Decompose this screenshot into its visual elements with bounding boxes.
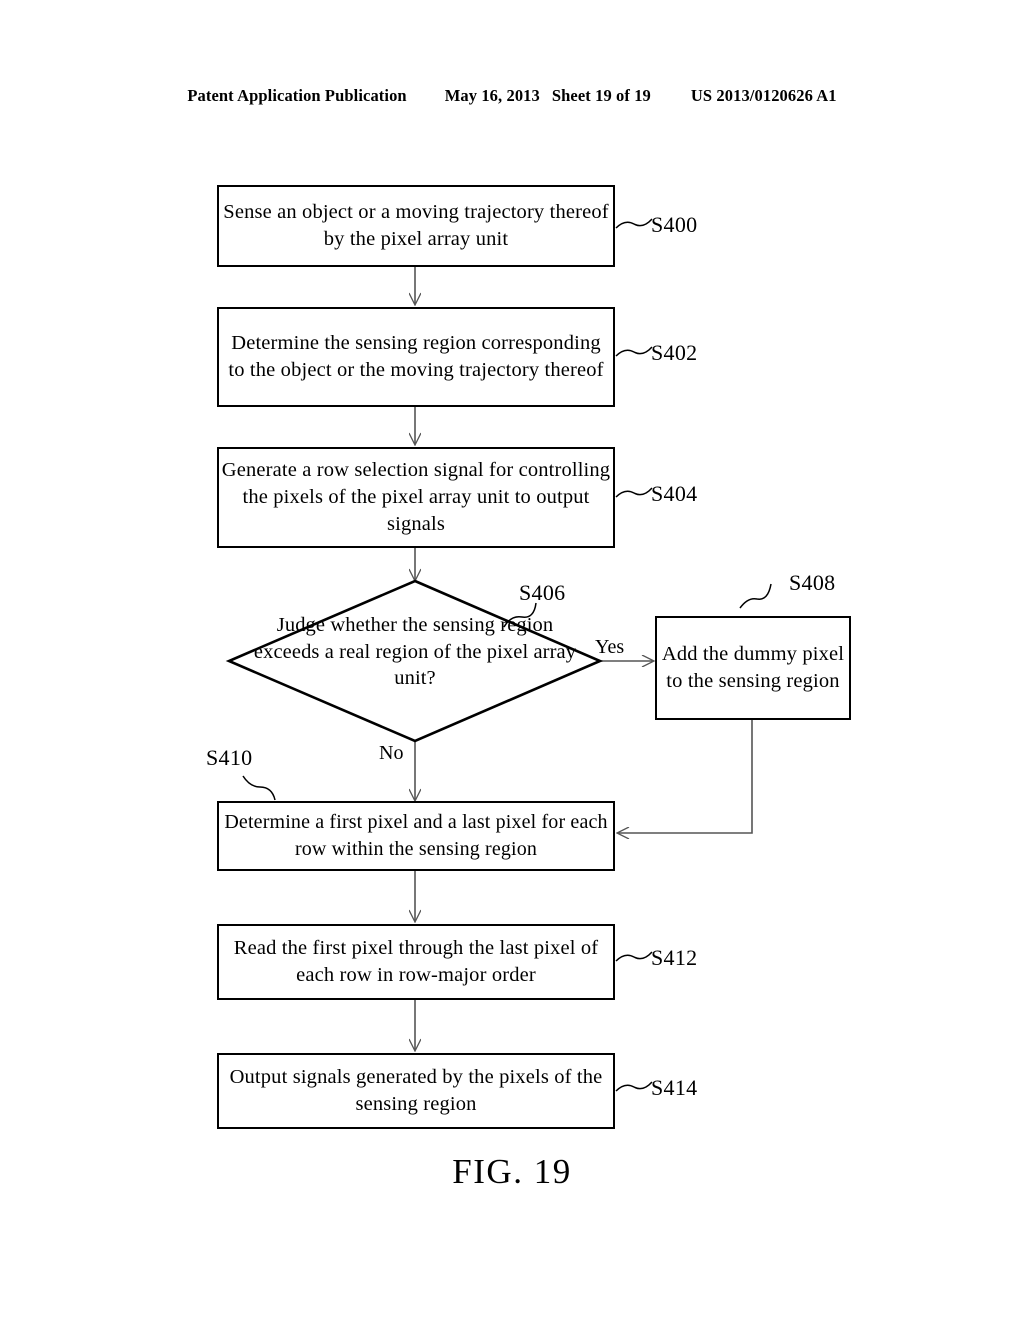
flow-node-s406-text: Judge whether the sensing region exceeds…: [253, 614, 577, 690]
flow-ref-s400: S400: [651, 212, 698, 237]
flow-ref-s402: S402: [651, 340, 698, 365]
flow-node-s412[interactable]: Read the first pixel through the last pi…: [217, 924, 615, 1000]
flow-node-s400[interactable]: Sense an object or a moving trajectory t…: [217, 185, 615, 267]
flow-ref-s406: S406: [519, 580, 566, 605]
flowchart-diagram: Sense an object or a moving trajectory t…: [0, 0, 1024, 1320]
flow-node-s408[interactable]: Add the dummy pixel to the sensing regio…: [655, 616, 851, 720]
flow-node-s404[interactable]: Generate a row selection signal for cont…: [217, 447, 615, 548]
flow-node-s402[interactable]: Determine the sensing region correspondi…: [217, 307, 615, 407]
figure-caption: FIG. 19: [452, 1152, 572, 1191]
flow-node-s404-text: Generate a row selection signal for cont…: [221, 458, 611, 536]
flow-node-s412-text: Read the first pixel through the last pi…: [233, 936, 599, 986]
flow-node-s414-text: Output signals generated by the pixels o…: [229, 1065, 603, 1115]
branch-label-yes: Yes: [595, 636, 625, 658]
flow-ref-s404: S404: [651, 481, 698, 506]
flow-ref-s408: S408: [789, 570, 836, 595]
flow-node-s408-text: Add the dummy pixel to the sensing regio…: [661, 642, 845, 692]
flow-ref-s412: S412: [651, 945, 698, 970]
flow-ref-s410: S410: [206, 745, 253, 770]
branch-label-no: No: [379, 742, 404, 764]
flow-node-s410[interactable]: Determine a first pixel and a last pixel…: [217, 801, 615, 871]
flow-node-s414[interactable]: Output signals generated by the pixels o…: [217, 1053, 615, 1129]
flow-node-s400-text: Sense an object or a moving trajectory t…: [223, 200, 609, 250]
flow-node-s402-text: Determine the sensing region correspondi…: [228, 331, 604, 381]
flow-node-s410-text: Determine a first pixel and a last pixel…: [224, 811, 608, 860]
flow-ref-s414: S414: [651, 1075, 698, 1100]
